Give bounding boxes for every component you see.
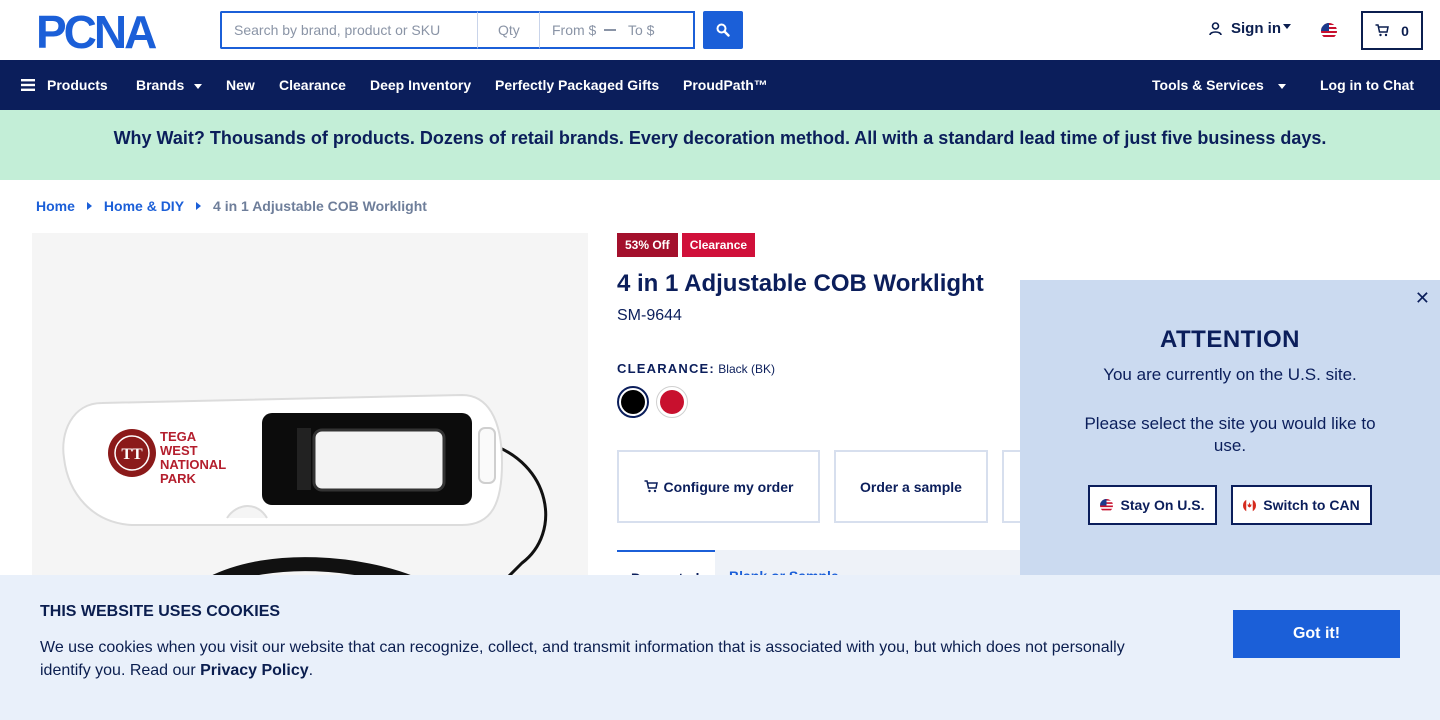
imprint-line-4: PARK <box>160 471 196 486</box>
product-badges: 53% Off Clearance <box>617 233 756 257</box>
privacy-policy-link[interactable]: Privacy Policy <box>200 662 309 679</box>
logo-text: PCNA <box>36 11 156 51</box>
sign-in-label: Sign in <box>1231 20 1281 37</box>
cookie-message: We use cookies when you visit our websit… <box>40 636 1150 682</box>
switch-can-button[interactable]: Switch to CAN <box>1231 485 1372 525</box>
clearance-badge: Clearance <box>681 233 756 257</box>
imprint-line-2: WEST <box>160 443 198 458</box>
stay-us-label: Stay On U.S. <box>1120 497 1205 513</box>
selected-color: Black (BK) <box>718 362 775 376</box>
us-flag-icon <box>1100 498 1114 512</box>
imprint-line-3: NATIONAL <box>160 457 226 472</box>
swatch-red-color <box>660 390 684 414</box>
nav-tools-label: Tools & Services <box>1152 77 1264 93</box>
qty-input[interactable] <box>478 11 540 49</box>
nav-brands[interactable]: Brands <box>136 60 203 110</box>
chevron-right-icon <box>196 202 202 210</box>
accept-cookies-button[interactable]: Got it! <box>1233 610 1400 658</box>
cart-count: 0 <box>1401 22 1409 39</box>
cart-icon <box>1375 24 1390 37</box>
configure-order-label: Configure my order <box>663 478 794 495</box>
cart-icon <box>644 480 658 493</box>
promo-banner[interactable]: Why Wait? Thousands of products. Dozens … <box>0 110 1440 180</box>
pcna-logo[interactable]: PCNA <box>36 11 186 51</box>
chevron-down-icon <box>194 83 203 89</box>
svg-text:TT: TT <box>121 446 143 463</box>
switch-can-label: Switch to CAN <box>1263 497 1360 513</box>
price-range-dash <box>604 29 616 31</box>
nav-clearance[interactable]: Clearance <box>279 60 346 110</box>
search-bar <box>220 11 695 49</box>
search-input[interactable] <box>220 11 478 49</box>
nav-tools-services[interactable]: Tools & Services <box>1152 60 1286 110</box>
site-selector-modal: ✕ ATTENTION You are currently on the U.S… <box>1020 280 1440 580</box>
color-selection-label: CLEARANCE: Black (BK) <box>617 361 775 376</box>
main-nav: Products Brands New Clearance Deep Inven… <box>0 60 1440 110</box>
us-flag-icon[interactable] <box>1321 23 1337 39</box>
chevron-down-icon <box>1277 83 1286 89</box>
nav-products-label: Products <box>47 77 108 93</box>
nav-gifts[interactable]: Perfectly Packaged Gifts <box>495 60 659 110</box>
breadcrumb-home[interactable]: Home <box>36 198 75 214</box>
cart-button[interactable]: 0 <box>1361 11 1423 50</box>
swatch-red[interactable] <box>656 386 688 418</box>
nav-deep-inventory[interactable]: Deep Inventory <box>370 60 471 110</box>
breadcrumb: Home Home & DIY 4 in 1 Adjustable COB Wo… <box>36 198 427 214</box>
sign-in-menu[interactable]: Sign in <box>1208 20 1291 37</box>
price-range <box>540 11 695 49</box>
price-to-input[interactable] <box>628 22 680 38</box>
breadcrumb-current: 4 in 1 Adjustable COB Worklight <box>213 198 427 214</box>
cookie-period: . <box>308 662 314 679</box>
worklight-illustration: TT TEGA WEST NATIONAL PARK <box>62 393 547 583</box>
search-icon <box>716 23 730 37</box>
breadcrumb-category[interactable]: Home & DIY <box>104 198 184 214</box>
attention-current-site: You are currently on the U.S. site. <box>1103 365 1357 384</box>
chevron-down-icon <box>1283 24 1291 29</box>
nav-brands-label: Brands <box>136 77 185 93</box>
product-image[interactable]: TT TEGA WEST NATIONAL PARK <box>32 233 588 583</box>
product-sku: SM-9644 <box>617 307 682 324</box>
product-title: 4 in 1 Adjustable COB Worklight <box>617 270 984 297</box>
hamburger-icon <box>21 79 35 91</box>
stay-us-button[interactable]: Stay On U.S. <box>1088 485 1217 525</box>
nav-new[interactable]: New <box>226 60 255 110</box>
search-button[interactable] <box>703 11 743 49</box>
swatch-black[interactable] <box>617 386 649 418</box>
price-from-input[interactable] <box>552 22 604 38</box>
close-icon[interactable]: ✕ <box>1415 288 1430 309</box>
chevron-right-icon <box>86 202 92 210</box>
nav-chat-login[interactable]: Log in to Chat <box>1320 60 1414 110</box>
attention-instructions: Please select the site you would like to… <box>1084 414 1376 455</box>
cookie-banner: THIS WEBSITE USES COOKIES We use cookies… <box>0 575 1440 720</box>
cookie-title: THIS WEBSITE USES COOKIES <box>40 603 281 620</box>
promo-banner-text: Why Wait? Thousands of products. Dozens … <box>113 127 1327 148</box>
imprint-line-1: TEGA <box>160 429 197 444</box>
clearance-label: CLEARANCE: <box>617 361 715 376</box>
attention-title: ATTENTION <box>1159 326 1301 353</box>
discount-badge: 53% Off <box>617 233 678 257</box>
nav-proudpath[interactable]: ProudPath™ <box>683 60 768 110</box>
order-sample-label: Order a sample <box>860 478 962 495</box>
site-header: PCNA Sign in <box>0 0 1440 60</box>
nav-products[interactable]: Products <box>21 60 108 110</box>
order-sample-button[interactable]: Order a sample <box>834 450 988 523</box>
configure-order-button[interactable]: Configure my order <box>617 450 820 523</box>
user-icon <box>1209 22 1222 36</box>
swatch-black-color <box>621 390 645 414</box>
canada-flag-icon <box>1243 498 1257 512</box>
